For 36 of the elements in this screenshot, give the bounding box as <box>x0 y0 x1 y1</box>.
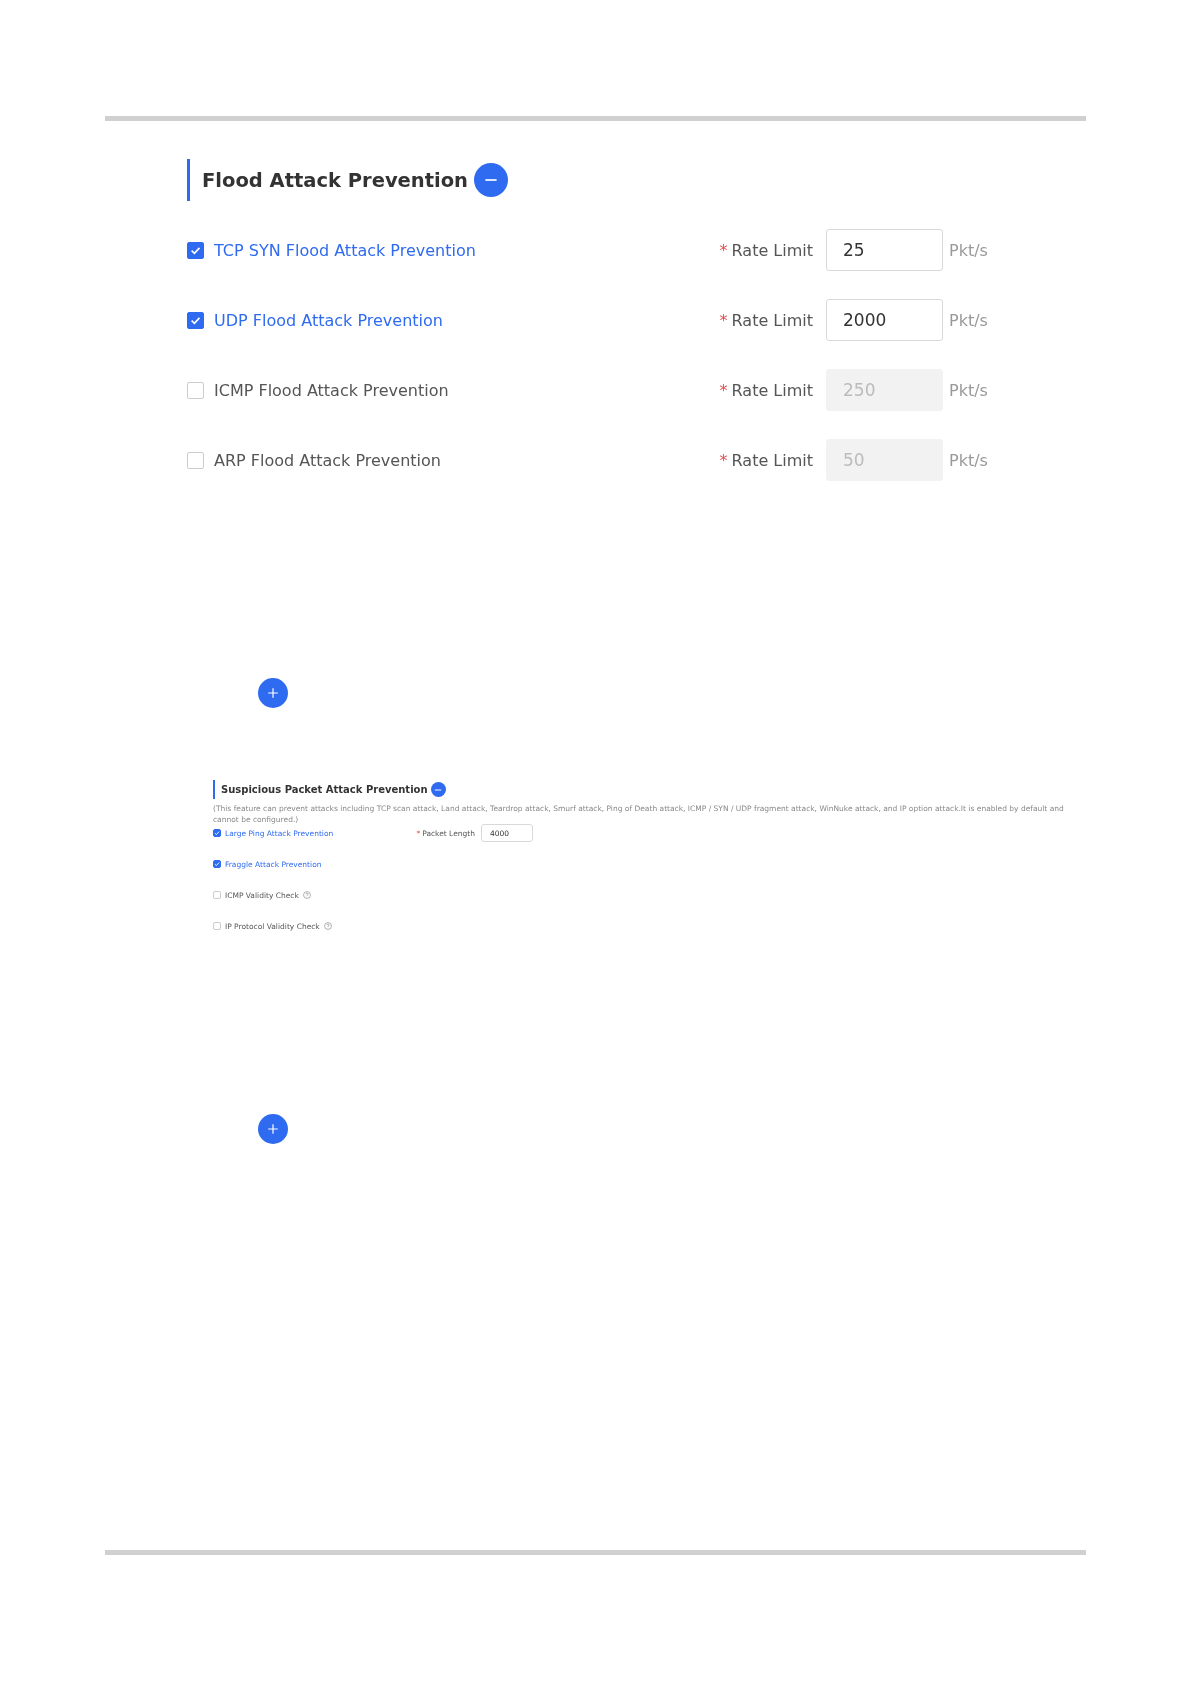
required-mark: * <box>719 450 728 470</box>
checkbox[interactable] <box>213 922 221 930</box>
collapse-button[interactable] <box>430 782 446 797</box>
field-label: Rate Limit <box>731 240 813 260</box>
input-field[interactable]: 2000 <box>826 299 943 341</box>
checkbox[interactable] <box>213 891 221 899</box>
unit-label: Pkt/s <box>949 380 988 400</box>
unit-label: Pkt/s <box>949 310 988 330</box>
input-field[interactable]: 25 <box>826 229 943 271</box>
checkbox[interactable] <box>187 381 204 399</box>
add-button[interactable] <box>258 678 288 708</box>
add-button[interactable] <box>258 1114 288 1144</box>
field-label: Rate Limit <box>731 380 813 400</box>
required-mark: * <box>719 240 728 260</box>
field-label: Rate Limit <box>731 450 813 470</box>
plus-icon <box>267 687 279 699</box>
plus-icon <box>267 1123 279 1135</box>
check-icon <box>214 830 220 836</box>
check-icon <box>214 861 220 867</box>
option-label: UDP Flood Attack Prevention <box>214 310 443 330</box>
option-label: ICMP Flood Attack Prevention <box>214 380 449 400</box>
section-title: Flood Attack Prevention <box>202 168 468 192</box>
checkbox[interactable] <box>187 451 204 469</box>
checkbox[interactable] <box>213 829 221 837</box>
checkbox[interactable] <box>187 241 204 259</box>
required-mark: * <box>719 310 728 330</box>
field-label: Rate Limit <box>731 310 813 330</box>
section-title: Suspicious Packet Attack Prevention <box>221 784 428 795</box>
unit-label: Pkt/s <box>949 240 988 260</box>
checkbox[interactable] <box>187 311 204 329</box>
unit-label: Pkt/s <box>949 450 988 470</box>
collapse-button[interactable] <box>474 163 508 197</box>
option-label: ARP Flood Attack Prevention <box>214 450 441 470</box>
required-mark: * <box>719 380 728 400</box>
option-label: TCP SYN Flood Attack Prevention <box>214 240 476 260</box>
checkbox[interactable] <box>213 860 221 868</box>
